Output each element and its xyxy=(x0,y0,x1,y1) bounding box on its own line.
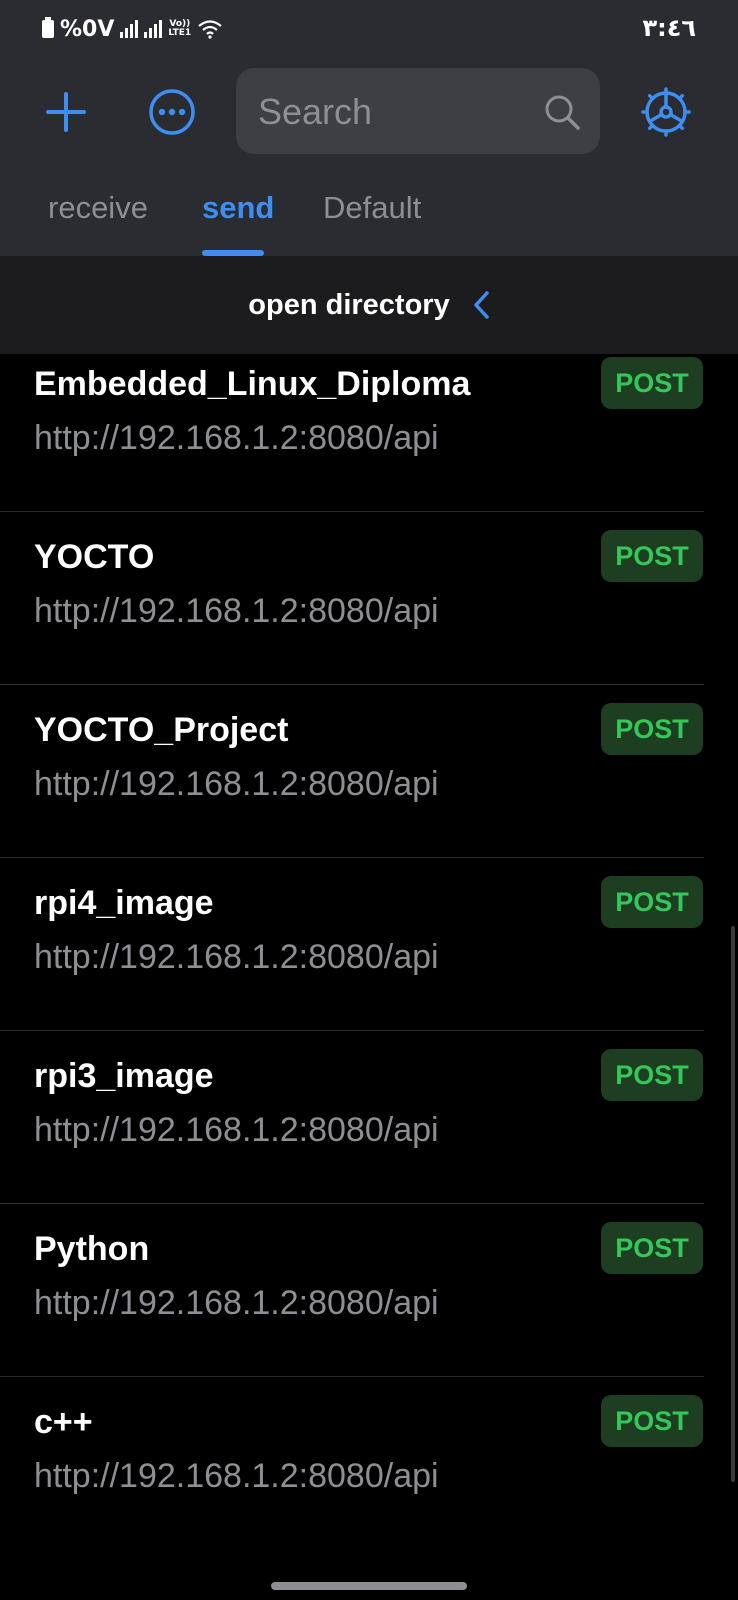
method-badge: POST xyxy=(601,703,703,755)
scrollbar[interactable] xyxy=(731,926,735,1482)
directory-bar[interactable]: open directory xyxy=(0,256,738,354)
settings-button[interactable] xyxy=(634,80,698,144)
search-bar[interactable] xyxy=(236,68,600,156)
request-url: http://192.168.1.2:8080/api xyxy=(34,1111,439,1149)
method-badge: POST xyxy=(601,876,703,928)
request-url: http://192.168.1.2:8080/api xyxy=(34,938,439,976)
method-badge: POST xyxy=(601,1395,703,1447)
ellipsis-circle-icon xyxy=(149,89,195,135)
request-list: Embedded_Linux_Diploma http://192.168.1.… xyxy=(0,354,738,1546)
request-name: Python xyxy=(34,1230,150,1268)
plus-icon xyxy=(46,92,86,132)
directory-title: open directory xyxy=(248,288,450,321)
volte-indicator: Vo)) LTE1 xyxy=(168,20,191,38)
request-name: c++ xyxy=(34,1403,93,1441)
toolbar xyxy=(0,68,738,156)
wifi-icon xyxy=(198,20,222,39)
search-icon xyxy=(545,95,580,130)
request-url: http://192.168.1.2:8080/api xyxy=(34,419,439,457)
request-row[interactable]: c++ http://192.168.1.2:8080/api POST xyxy=(0,1377,704,1546)
request-row[interactable]: Python http://192.168.1.2:8080/api POST xyxy=(0,1204,704,1377)
chevron-left-icon[interactable] xyxy=(472,290,490,320)
gear-icon xyxy=(641,87,691,137)
request-name: rpi3_image xyxy=(34,1057,214,1095)
signal-icon xyxy=(144,20,163,38)
add-button[interactable] xyxy=(34,80,98,144)
tab-bar: receive send Default xyxy=(0,178,738,256)
request-row[interactable]: YOCTO http://192.168.1.2:8080/api POST xyxy=(0,512,704,685)
tab-default[interactable]: Default xyxy=(323,190,421,226)
request-row[interactable]: rpi3_image http://192.168.1.2:8080/api P… xyxy=(0,1031,704,1204)
tab-receive[interactable]: receive xyxy=(48,190,148,226)
request-url: http://192.168.1.2:8080/api xyxy=(34,765,439,803)
search-input[interactable] xyxy=(256,68,530,156)
method-badge: POST xyxy=(601,357,703,409)
home-indicator[interactable] xyxy=(271,1582,467,1590)
request-name: YOCTO_Project xyxy=(34,711,289,749)
request-row[interactable]: rpi4_image http://192.168.1.2:8080/api P… xyxy=(0,858,704,1031)
method-badge: POST xyxy=(601,530,703,582)
request-url: http://192.168.1.2:8080/api xyxy=(34,592,439,630)
request-url: http://192.168.1.2:8080/api xyxy=(34,1284,439,1322)
method-badge: POST xyxy=(601,1049,703,1101)
request-row[interactable]: Embedded_Linux_Diploma http://192.168.1.… xyxy=(0,354,704,512)
status-time: ٣:٤٦ xyxy=(642,14,696,42)
battery-icon xyxy=(42,17,54,38)
more-button[interactable] xyxy=(140,80,204,144)
battery-level: %0V xyxy=(60,16,115,42)
request-url: http://192.168.1.2:8080/api xyxy=(34,1457,439,1495)
request-name: YOCTO xyxy=(34,538,155,576)
status-indicators: %0V Vo)) LTE1 xyxy=(42,14,223,44)
status-bar: %0V Vo)) LTE1 ٣:٤٦ xyxy=(0,0,738,58)
request-name: rpi4_image xyxy=(34,884,214,922)
lte-label: LTE1 xyxy=(168,28,192,38)
signal-icon xyxy=(120,20,139,38)
method-badge: POST xyxy=(601,1222,703,1274)
request-row[interactable]: YOCTO_Project http://192.168.1.2:8080/ap… xyxy=(0,685,704,858)
tab-send[interactable]: send xyxy=(202,190,274,226)
app-header: %0V Vo)) LTE1 ٣:٤٦ Search receive send D… xyxy=(0,0,738,256)
request-name: Embedded_Linux_Diploma xyxy=(34,365,471,403)
